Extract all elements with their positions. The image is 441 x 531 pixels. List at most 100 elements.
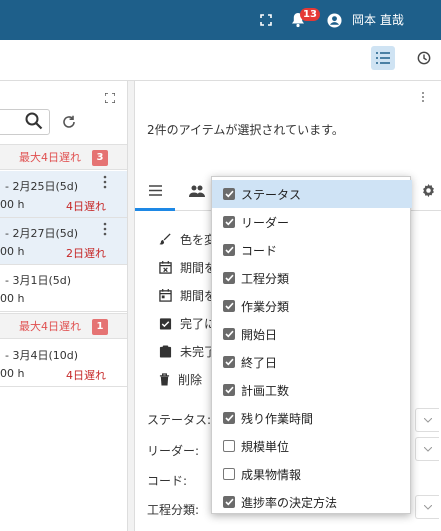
option-label: 計画工数 [241,383,290,398]
option-label: コード [241,243,278,258]
leader-field-label: リーダー: [147,444,200,458]
task-date: - 2月27日(5d) [5,227,79,240]
task-row[interactable]: - 3月4日(10d) 00 h 4日遅れ [0,340,127,387]
code-field-label: コード: [147,474,188,488]
task-date: - 3月4日(10d) [5,349,79,362]
option-label: 作業分類 [241,299,290,314]
checkbox[interactable] [223,356,235,368]
leader-select[interactable] [415,437,439,461]
dropdown-option[interactable]: 計画工数 [212,376,412,404]
more-vert-icon[interactable] [100,175,110,189]
expand-icon[interactable] [104,92,116,106]
tab-list-icon[interactable] [149,185,162,199]
option-label: 終了日 [241,355,278,370]
option-label: 開始日 [241,327,278,342]
gear-icon[interactable] [421,183,436,201]
refresh-icon[interactable] [62,115,76,132]
task-row[interactable]: - 2月25日(5d) 00 h 4日遅れ [0,171,127,218]
top-bar: 13 岡本 直哉 [0,0,441,40]
task-row[interactable]: - 2月27日(5d) 00 h 2日遅れ [0,218,127,265]
period-action[interactable]: 期間を [159,255,219,279]
change-color-action[interactable]: 色を変 [159,227,219,251]
late-label: 最大4日遅れ [19,151,81,164]
task-date: - 3月1日(5d) [5,274,72,287]
chevron-down-icon [423,417,432,423]
clipboard-icon [159,344,172,358]
view-toolbar [0,40,441,81]
task-hours: 00 h [0,245,25,258]
task-row[interactable]: - 3月1日(5d) 00 h [0,265,127,312]
column-chooser-dropdown: ステータスリーダーコード工程分類作業分類開始日終了日計画工数残り作業時間規模単位… [211,176,412,516]
clock-icon [417,51,431,65]
brush-icon [159,232,171,245]
dropdown-option[interactable]: 作業分類 [212,292,412,320]
list-icon [376,52,390,64]
checkbox[interactable] [223,300,235,312]
account-icon[interactable] [326,0,342,40]
dropdown-option[interactable]: コード [212,236,412,264]
status-select[interactable] [415,408,439,432]
option-label: 残り作業時間 [241,411,314,426]
dropdown-option[interactable]: 進捗率の決定方法 [212,488,412,516]
checkbox[interactable] [223,412,235,424]
calendar-icon [159,288,172,302]
process-field-label: 工程分類: [147,503,200,517]
checkbox[interactable] [223,244,235,256]
task-hours: 00 h [0,367,25,380]
count-badge: 1 [92,319,108,335]
late-label: 最大4日遅れ [19,320,81,333]
calendar-x-icon [159,260,172,274]
checkbox[interactable] [223,216,235,228]
dropdown-option[interactable]: 成果物情報 [212,460,412,488]
dropdown-option[interactable]: 残り作業時間 [212,404,412,432]
group-header[interactable]: 最大4日遅れ 3 [0,144,127,170]
fullscreen-icon[interactable] [256,0,276,40]
task-hours: 00 h [0,198,25,211]
option-label: ステータス [241,187,302,202]
dropdown-option[interactable]: 工程分類 [212,264,412,292]
count-badge: 3 [92,150,108,166]
dropdown-option[interactable]: 終了日 [212,348,412,376]
dropdown-option[interactable]: ステータス [212,180,412,208]
delete-action[interactable]: 削除 [159,367,219,391]
status-field-label: ステータス: [147,413,212,427]
list-view-button[interactable] [371,46,395,70]
chevron-down-icon [423,504,432,510]
process-select[interactable] [415,495,439,519]
notification-badge: 13 [300,8,320,21]
selection-message: 2件のアイテムが選択されています。 [147,123,344,137]
more-vert-icon[interactable] [420,91,426,103]
dropdown-option[interactable]: リーダー [212,208,412,236]
task-date: - 2月25日(5d) [5,180,79,193]
task-list-pane: 最大4日遅れ 3 - 2月25日(5d) 00 h 4日遅れ - 2月27日(5… [0,81,128,531]
task-hours: 00 h [0,292,25,305]
people-icon[interactable] [189,185,205,200]
task-overdue: 4日遅れ [66,369,106,382]
task-overdue: 4日遅れ [66,200,106,213]
option-label: リーダー [241,215,290,230]
active-tab-indicator [135,208,175,211]
action-label: 削除 [178,372,203,387]
task-overdue: 2日遅れ [66,247,106,260]
mark-complete-action[interactable]: 完了に [159,311,219,335]
period-action[interactable]: 期間を [159,283,219,307]
group-header[interactable]: 最大4日遅れ 1 [0,313,127,339]
dropdown-option[interactable]: 開始日 [212,320,412,348]
mark-incomplete-action[interactable]: 未完了 [159,339,219,363]
checkbox[interactable] [223,496,235,508]
option-label: 工程分類 [241,271,290,286]
dropdown-option[interactable]: 規模単位 [212,432,412,460]
checkbox[interactable] [223,384,235,396]
checkbox[interactable] [223,468,235,480]
checkbox[interactable] [223,328,235,340]
chevron-down-icon [423,446,432,452]
option-label: 進捗率の決定方法 [241,495,338,510]
user-name[interactable]: 岡本 直哉 [352,0,404,40]
checkbox[interactable] [223,272,235,284]
trash-icon [159,372,170,385]
history-button[interactable] [412,46,436,70]
checkbox[interactable] [223,440,235,452]
checkbox[interactable] [223,188,235,200]
more-vert-icon[interactable] [100,222,110,236]
search-icon[interactable] [25,112,43,133]
